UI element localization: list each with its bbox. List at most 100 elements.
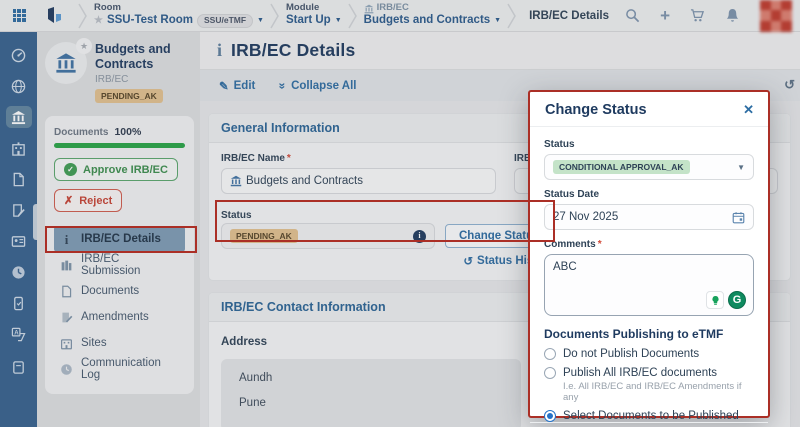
nav-item-documents[interactable]: Documents [54, 278, 185, 304]
nav-item-amendments[interactable]: Amendments [54, 304, 185, 330]
module-value[interactable]: Start Up [286, 14, 331, 27]
selected-status-badge: CONDITIONAL APPROVAL_AK [553, 160, 690, 174]
search-icon[interactable] [625, 8, 640, 23]
breadcrumb-separator [507, 1, 517, 31]
info-icon[interactable]: i [413, 230, 426, 243]
entity-value[interactable]: Budgets and Contracts [364, 14, 491, 27]
change-status-modal: Change Status ✕ Status CONDITIONAL APPRO… [528, 90, 770, 418]
double-chevron-down-icon: » [276, 82, 290, 89]
room-type-badge: SSU/eTMF [197, 14, 253, 28]
amendments-rail-icon[interactable] [6, 199, 32, 221]
radio-button[interactable] [544, 348, 556, 360]
chevron-down-icon[interactable]: ▼ [257, 17, 264, 25]
address-value-box: Aundh Pune [221, 359, 521, 427]
nav-item-irb-ec-submission[interactable]: IRB/EC Submission [54, 252, 185, 278]
breadcrumb-module[interactable]: Module Start Up ▼ [286, 3, 342, 27]
close-icon[interactable]: ✕ [743, 102, 754, 118]
radio-do-not-publish[interactable]: Do not Publish Documents [544, 348, 754, 360]
documents-rail-icon[interactable] [6, 168, 32, 190]
breadcrumb-page: IRB/EC Details [529, 10, 609, 22]
nav-item-irb-ec-details[interactable]: i IRB/EC Details [54, 226, 185, 252]
reject-button[interactable]: ✗ Reject [54, 189, 122, 212]
id-card-icon[interactable] [6, 230, 32, 252]
user-avatar[interactable] [760, 0, 792, 32]
x-icon: ✗ [64, 194, 73, 207]
entity-nav: i IRB/EC Details IRB/EC Submission Docum… [54, 226, 185, 382]
check-icon: ✓ [64, 163, 77, 176]
irb-ec-name-field[interactable]: Budgets and Contracts [221, 168, 496, 194]
status-date-field[interactable]: 27 Nov 2025 [544, 204, 754, 230]
required-asterisk: * [598, 239, 602, 250]
radio-publish-all[interactable]: Publish All IRB/EC documents [544, 367, 754, 379]
submission-icon [60, 259, 73, 272]
bank-icon [55, 52, 77, 74]
breadcrumb-separator [348, 1, 358, 31]
irb-ec-name-label: IRB/EC Name [221, 153, 285, 164]
amendments-icon [60, 311, 73, 324]
collapse-all-button[interactable]: » Collapse All [279, 79, 356, 93]
chevron-down-icon[interactable]: ▼ [494, 17, 501, 25]
bell-icon[interactable] [725, 8, 740, 23]
room-value[interactable]: SSU-Test Room [107, 14, 193, 27]
entity-title: Budgets and Contracts [95, 42, 194, 72]
star-icon[interactable]: ★ [94, 15, 103, 27]
chevron-down-icon[interactable]: ▼ [335, 17, 342, 25]
pencil-icon: ✎ [219, 79, 229, 93]
nav-item-communication-log[interactable]: Communication Log [54, 356, 185, 382]
radio-helper-text: I.e. All IRB/EC and IRB/EC Amendments if… [563, 381, 754, 403]
status-label: Status [221, 210, 252, 221]
info-icon: i [217, 40, 222, 61]
room-label: Room [94, 3, 264, 14]
calendar-icon[interactable] [732, 211, 745, 224]
app-launcher-icon[interactable] [0, 0, 38, 32]
info-icon: i [60, 233, 73, 246]
breadcrumb-separator [78, 1, 88, 31]
app-logo [44, 6, 64, 26]
page-title: IRB/EC Details [231, 40, 355, 61]
dashboard-icon[interactable] [6, 44, 32, 66]
status-select[interactable]: CONDITIONAL APPROVAL_AK ▼ [544, 154, 754, 180]
left-panel: ★ Budgets and Contracts IRB/EC PENDING_A… [37, 32, 200, 427]
entity-actions-card: Documents 100% ✓ Approve IRB/EC ✗ Reject… [45, 116, 194, 394]
modal-status-label: Status [544, 139, 754, 150]
nav-item-sites[interactable]: Sites [54, 330, 185, 356]
top-bar: Room ★ SSU-Test Room SSU/eTMF ▼ Module S… [0, 0, 800, 32]
clock-rail-icon[interactable] [6, 261, 32, 283]
grammarly-icon[interactable]: G [728, 291, 746, 309]
bank-icon [230, 175, 242, 187]
archive-icon[interactable] [6, 356, 32, 378]
add-icon[interactable]: + [660, 8, 670, 23]
irb-ec-rail-icon[interactable] [6, 106, 32, 128]
breadcrumb-entity[interactable]: IRB/EC Budgets and Contracts ▼ [364, 3, 501, 27]
breadcrumb-room[interactable]: Room ★ SSU-Test Room SSU/eTMF ▼ [94, 3, 264, 28]
approve-irb-ec-button[interactable]: ✓ Approve IRB/EC [54, 158, 178, 181]
document-icon [60, 285, 73, 298]
favorite-star-icon[interactable]: ★ [76, 38, 92, 54]
status-history-link[interactable]: ↺ Status History [221, 254, 555, 268]
address-line: Aundh [239, 372, 503, 384]
status-field[interactable]: PENDING_AK i [221, 223, 435, 249]
modal-title: Change Status [545, 102, 647, 118]
site-building-icon[interactable] [6, 137, 32, 159]
radio-button[interactable] [544, 410, 556, 422]
publish-heading: Documents Publishing to eTMF [544, 327, 754, 341]
icon-rail: A [0, 32, 37, 427]
globe-icon[interactable] [6, 75, 32, 97]
cart-icon[interactable] [690, 8, 705, 23]
status-date-label: Status Date [544, 189, 754, 200]
comments-textarea[interactable]: ABC G [544, 254, 754, 316]
entity-label: IRB/EC [377, 3, 409, 14]
radio-select-documents[interactable]: Select Documents to be Published [544, 410, 754, 422]
translate-icon[interactable]: A [6, 323, 32, 345]
status-value-badge: PENDING_AK [230, 229, 298, 243]
history-icon[interactable]: ↺ [784, 77, 795, 93]
radio-button[interactable] [544, 367, 556, 379]
edit-button[interactable]: ✎ Edit [219, 79, 255, 93]
suggestion-bulb-icon[interactable] [706, 291, 724, 309]
address-label: Address [221, 336, 267, 348]
svg-text:A: A [14, 329, 19, 336]
documents-progress-value: 100% [114, 126, 141, 138]
device-icon[interactable] [6, 292, 32, 314]
history-icon: ↺ [463, 254, 473, 268]
address-line: Pune [239, 397, 503, 409]
